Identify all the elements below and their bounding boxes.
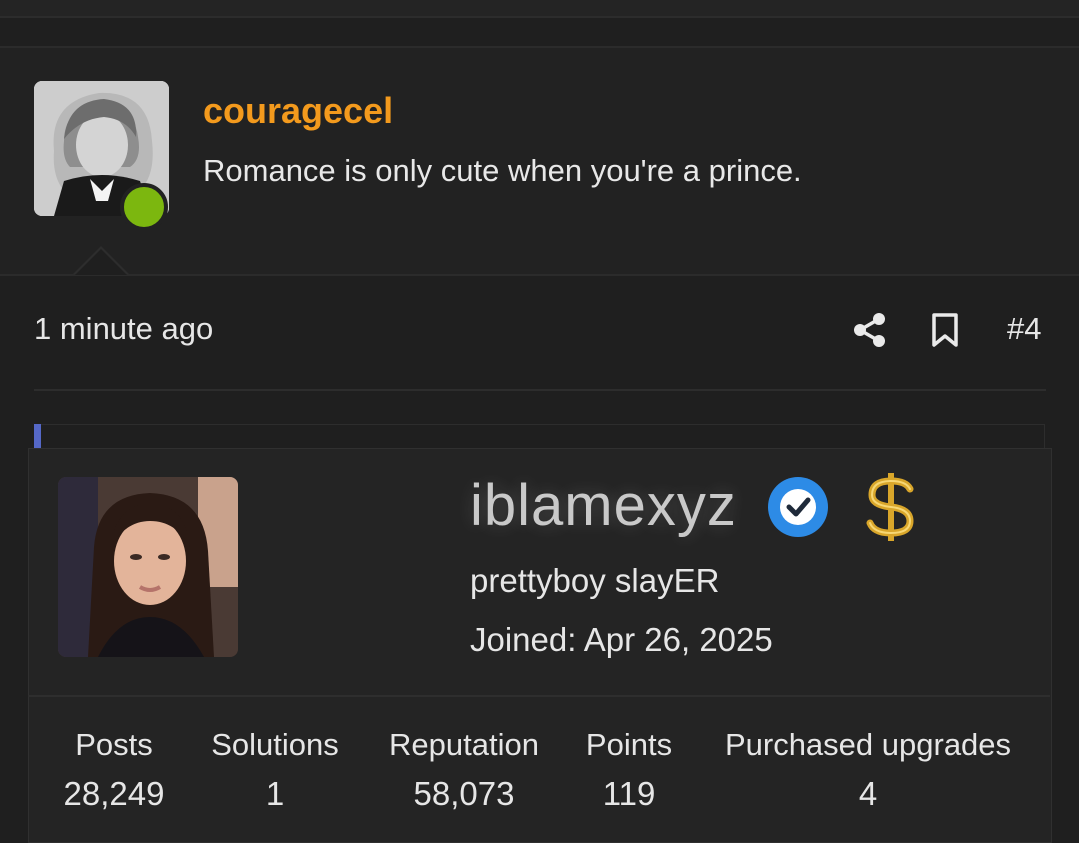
bookmark-icon[interactable] — [930, 312, 960, 348]
post-username[interactable]: couragecel — [203, 90, 393, 132]
stat-value: 119 — [602, 775, 656, 812]
stat-value: 4 — [858, 775, 878, 812]
dollar-icon — [862, 471, 920, 543]
stat-value: 28,249 — [63, 775, 165, 812]
stat-label: Solutions — [211, 727, 339, 762]
stat-label: Reputation — [389, 727, 539, 762]
stat-value: 1 — [265, 775, 285, 812]
user-title: prettyboy slayER — [470, 562, 720, 599]
stat-label: Purchased upgrades — [724, 727, 1012, 762]
post-time[interactable]: 1 minute ago — [34, 311, 213, 347]
stat-label: Points — [585, 727, 673, 762]
top-bar — [0, 0, 1079, 18]
profile-avatar[interactable] — [58, 477, 238, 657]
post-number-link[interactable]: #4 — [1007, 311, 1041, 347]
stat-reputation[interactable]: Reputation 58,073 — [382, 727, 546, 813]
post-pointer-inner — [75, 249, 127, 275]
post-message: Romance is only cute when you're a princ… — [203, 153, 802, 188]
stat-points[interactable]: Points 119 — [578, 727, 680, 813]
divider — [34, 389, 1046, 391]
stat-purchased-upgrades[interactable]: Purchased upgrades 4 — [712, 727, 1024, 813]
verified-badge-icon — [766, 475, 830, 539]
stat-solutions[interactable]: Solutions 1 — [204, 727, 346, 813]
profile-username[interactable]: iblamexyz — [470, 472, 737, 539]
card-divider — [28, 695, 1050, 697]
stat-posts[interactable]: Posts 28,249 — [58, 727, 170, 813]
share-icon[interactable] — [853, 312, 887, 348]
online-status-dot — [120, 183, 168, 231]
profile-avatar-image — [58, 477, 238, 657]
stat-value: 58,073 — [413, 775, 515, 812]
joined-date: Joined: Apr 26, 2025 — [470, 621, 773, 658]
stat-label: Posts — [75, 727, 153, 762]
